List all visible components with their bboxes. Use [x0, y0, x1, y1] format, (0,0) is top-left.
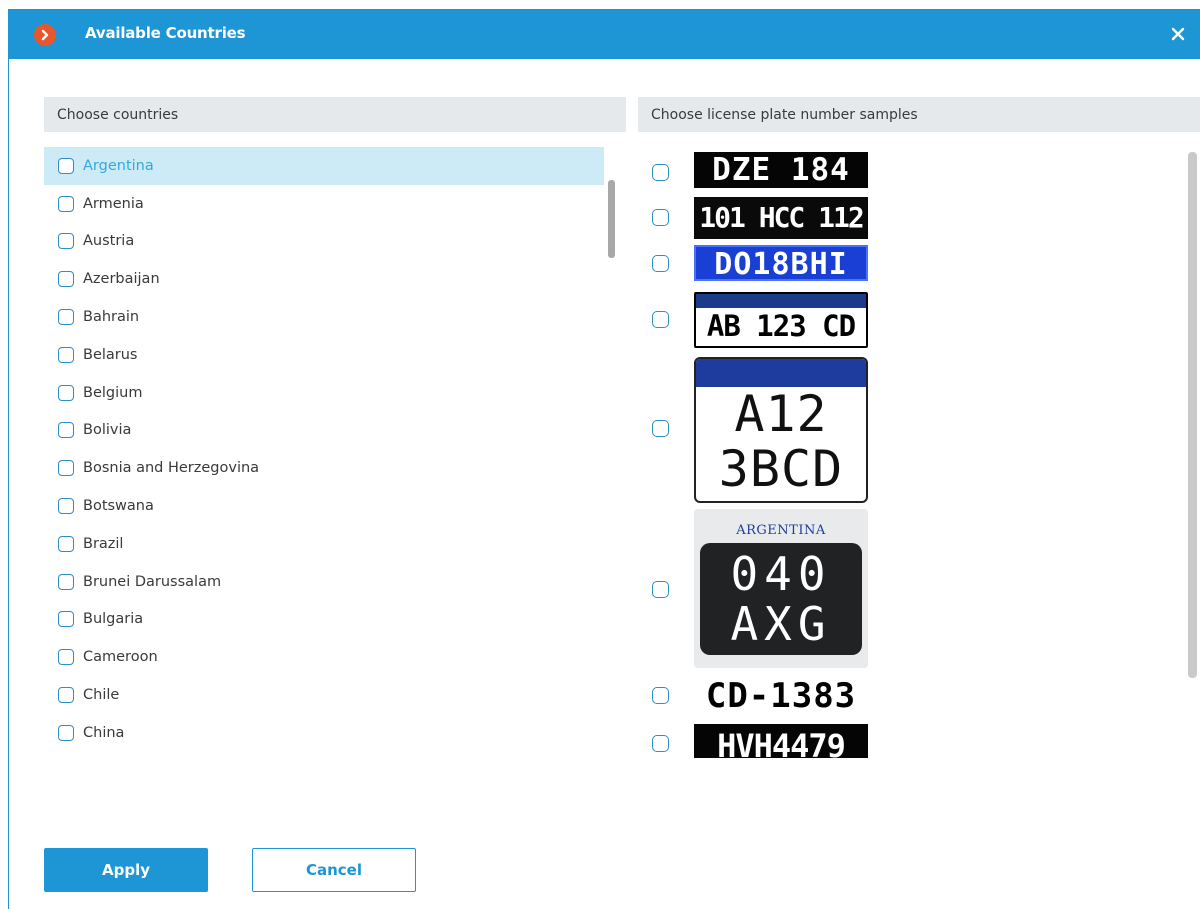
country-item-belarus[interactable]: Belarus	[44, 336, 604, 374]
plate-sample-1: DZE 184	[694, 152, 868, 188]
country-item-chile[interactable]: Chile	[44, 676, 604, 714]
country-label: Brunei Darussalam	[83, 573, 222, 590]
plate-checkbox-8[interactable]	[652, 735, 669, 752]
plate-band	[696, 294, 866, 308]
plate-checkbox-3[interactable]	[652, 255, 669, 272]
plate-checkbox-5[interactable]	[652, 420, 669, 437]
country-item-azerbaijan[interactable]: Azerbaijan	[44, 260, 604, 298]
country-checkbox[interactable]	[58, 157, 74, 174]
country-item-bolivia[interactable]: Bolivia	[44, 412, 604, 450]
title-bar: Available Countries	[8, 9, 1200, 59]
country-label: Bahrain	[83, 309, 140, 326]
country-checkbox[interactable]	[58, 724, 74, 741]
country-label: Austria	[83, 233, 135, 250]
country-item-bulgaria[interactable]: Bulgaria	[44, 601, 604, 639]
country-item-cameroon[interactable]: Cameroon	[44, 638, 604, 676]
plate-sample-5: A12 3BCD	[694, 357, 868, 503]
chevron-right-icon	[34, 24, 56, 46]
window-title: Available Countries	[85, 24, 246, 42]
country-checkbox[interactable]	[58, 233, 74, 250]
country-label: Argentina	[83, 157, 154, 174]
country-checkbox[interactable]	[58, 309, 74, 326]
country-label: Armenia	[83, 195, 144, 212]
country-label: Belgium	[83, 384, 143, 401]
plate-checkbox-6[interactable]	[652, 581, 669, 598]
country-checkbox[interactable]	[58, 535, 74, 552]
plate-inner: 040 AXG	[700, 543, 862, 655]
country-checkbox[interactable]	[58, 346, 74, 363]
country-item-bahrain[interactable]: Bahrain	[44, 298, 604, 336]
close-icon	[1171, 27, 1185, 41]
country-checkbox[interactable]	[58, 611, 74, 628]
country-label: China	[83, 724, 125, 741]
plate-text-line1: 040	[730, 547, 832, 601]
country-item-armenia[interactable]: Armenia	[44, 185, 604, 223]
country-checkbox[interactable]	[58, 384, 74, 401]
country-label: Botswana	[83, 498, 154, 515]
apply-button[interactable]: Apply	[44, 848, 208, 892]
plates-scrollbar[interactable]	[1188, 152, 1197, 678]
plate-sample-3: DO18BHI	[694, 245, 868, 281]
country-item-botswana[interactable]: Botswana	[44, 487, 604, 525]
countries-header: Choose countries	[44, 97, 626, 134]
country-item-bosnia-and-herzegovina[interactable]: Bosnia and Herzegovina	[44, 449, 604, 487]
plate-sample-8: HVH4479	[694, 724, 868, 758]
country-item-brazil[interactable]: Brazil	[44, 525, 604, 563]
plate-text: AB 123 CD	[706, 309, 856, 343]
country-checkbox[interactable]	[58, 573, 74, 590]
plate-text-line2: 3BCD	[718, 440, 844, 498]
plate-sample-4: AB 123 CD	[694, 292, 868, 348]
country-label: Bulgaria	[83, 611, 144, 628]
country-label: Azerbaijan	[83, 271, 160, 288]
country-label: Bolivia	[83, 422, 132, 439]
country-label: Brazil	[83, 535, 124, 552]
country-item-argentina[interactable]: Argentina	[44, 147, 604, 185]
country-checkbox[interactable]	[58, 498, 74, 515]
plate-checkbox-1[interactable]	[652, 164, 669, 181]
cancel-button[interactable]: Cancel	[252, 848, 416, 892]
plate-sample-6: ARGENTINA 040 AXG	[694, 509, 868, 668]
country-checkbox[interactable]	[58, 687, 74, 704]
country-label: Cameroon	[83, 649, 158, 666]
country-item-china[interactable]: China	[44, 714, 604, 752]
country-item-austria[interactable]: Austria	[44, 223, 604, 261]
plates-header: Choose license plate number samples	[638, 97, 1200, 134]
close-button[interactable]	[1166, 22, 1190, 46]
plate-checkbox-7[interactable]	[652, 687, 669, 704]
country-label: Belarus	[83, 346, 138, 363]
plate-checkbox-2[interactable]	[652, 209, 669, 226]
country-checkbox[interactable]	[58, 649, 74, 666]
plate-checkbox-4[interactable]	[652, 311, 669, 328]
country-item-brunei-darussalam[interactable]: Brunei Darussalam	[44, 563, 604, 601]
country-label: Bosnia and Herzegovina	[83, 460, 260, 477]
plate-text-line2: AXG	[730, 597, 832, 651]
countries-scrollbar[interactable]	[608, 180, 615, 258]
plate-brand: ARGENTINA	[736, 523, 826, 538]
country-label: Chile	[83, 687, 120, 704]
country-item-belgium[interactable]: Belgium	[44, 374, 604, 412]
country-list: Argentina Armenia Austria Azerbaijan Bah…	[44, 147, 604, 752]
window-border	[8, 59, 9, 909]
country-checkbox[interactable]	[58, 195, 74, 212]
country-checkbox[interactable]	[58, 460, 74, 477]
country-checkbox[interactable]	[58, 422, 74, 439]
plate-sample-2: 101 HCC 112	[694, 197, 868, 239]
plate-band	[696, 359, 866, 387]
plate-text-line1: A12	[734, 385, 828, 443]
plate-sample-7: CD-1383	[694, 676, 868, 716]
country-checkbox[interactable]	[58, 271, 74, 288]
